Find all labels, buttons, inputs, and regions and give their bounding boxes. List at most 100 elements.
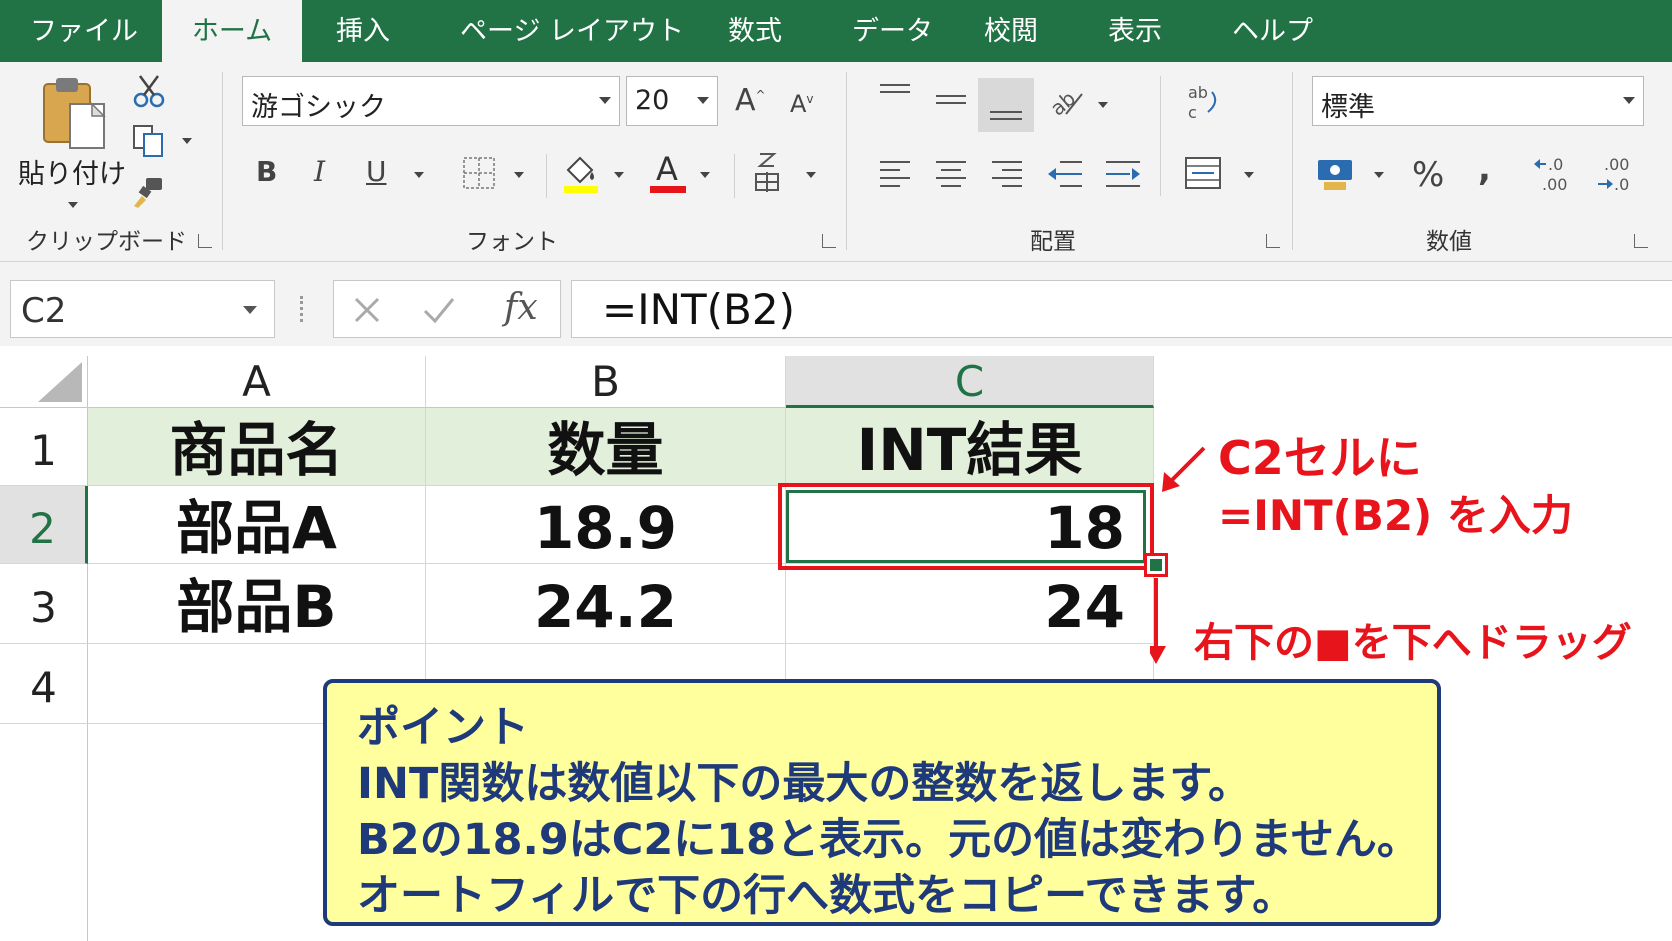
tab-insert[interactable]: 挿入 [336,0,390,62]
paste-button[interactable] [40,74,110,154]
row-header-filler [0,724,88,941]
chevron-down-icon[interactable] [243,306,257,314]
wrap-text-icon[interactable]: abc [1184,82,1224,122]
font-name-select[interactable]: 游ゴシック [242,76,620,126]
cell-c3[interactable]: 24 [786,564,1154,644]
fill-color-icon[interactable] [560,152,600,194]
align-middle-icon[interactable] [934,90,968,114]
formula-bar-splitter[interactable] [300,296,304,322]
comma-style-button[interactable]: , [1478,152,1491,186]
increase-indent-icon[interactable] [1104,158,1142,192]
tab-review[interactable]: 校閲 [984,0,1038,62]
drag-instruction-note: 右下の■を下へドラッグ [1194,620,1632,666]
border-dropdown-icon[interactable] [514,172,524,178]
align-top-icon[interactable] [878,82,912,106]
tab-help[interactable]: ヘルプ [1232,0,1313,62]
svg-text:.0: .0 [1548,155,1563,174]
italic-button[interactable]: I [314,158,325,186]
group-divider [846,72,847,250]
tab-home[interactable]: ホーム [162,0,302,64]
currency-dropdown-icon[interactable] [1374,172,1384,178]
cell-a1[interactable]: 商品名 [88,408,426,486]
cell-b2[interactable]: 18.9 [426,486,786,564]
number-format-select[interactable]: 標準 [1312,76,1644,126]
cell-a2[interactable]: 部品A [88,486,426,564]
number-group-label: 数値 [1426,229,1472,255]
point-title: ポイント [357,703,529,753]
point-line: INT関数は数値以下の最大の整数を返します。 [357,759,1252,809]
format-painter-icon[interactable] [132,176,166,210]
tab-page-layout[interactable]: ページ レイアウト [460,0,684,62]
copy-icon[interactable] [132,124,166,158]
tab-view[interactable]: 表示 [1108,0,1162,62]
phonetic-guide-icon[interactable] [750,150,784,194]
font-launcher-icon[interactable] [822,234,836,248]
font-name-value: 游ゴシック [251,92,386,123]
paste-dropdown-icon[interactable] [68,202,78,208]
increase-decimal-icon[interactable]: .0.00 [1534,152,1580,196]
group-divider [222,72,223,250]
border-icon[interactable] [462,156,496,190]
tab-data[interactable]: データ [852,0,933,62]
row-header-1[interactable]: 1 [0,408,88,486]
alignment-group-label: 配置 [1030,229,1076,255]
grow-font-icon[interactable]: A^ [735,86,766,116]
instruction-note-line1: C2セルに [1218,431,1422,485]
percent-style-button[interactable]: % [1412,158,1444,192]
shrink-font-icon[interactable]: Av [790,92,814,116]
paste-label: 貼り付け [18,159,126,190]
cell-b1[interactable]: 数量 [426,408,786,486]
name-box[interactable]: C2 [10,280,275,338]
insert-function-icon[interactable]: fx [504,287,538,328]
copy-dropdown-icon[interactable] [182,138,192,144]
scissors-icon[interactable] [132,74,166,108]
font-color-button[interactable]: A [650,150,686,194]
currency-format-icon[interactable] [1316,154,1356,194]
cancel-icon[interactable] [352,295,382,325]
tab-formulas[interactable]: 数式 [728,0,782,62]
align-right-icon[interactable] [990,158,1024,192]
fill-color-dropdown-icon[interactable] [614,172,624,178]
orientation-dropdown-icon[interactable] [1098,102,1108,108]
svg-text:c: c [1188,103,1197,122]
row-header-3[interactable]: 3 [0,564,88,644]
column-header-b[interactable]: B [426,356,786,408]
formula-buttons: fx [333,280,561,338]
number-format-value: 標準 [1321,92,1375,123]
group-divider [546,154,547,198]
merge-dropdown-icon[interactable] [1244,172,1254,178]
merge-center-icon[interactable] [1184,154,1224,194]
column-header-a[interactable]: A [88,356,426,408]
enter-check-icon[interactable] [422,295,456,325]
align-left-icon[interactable] [878,158,912,192]
formula-input[interactable]: =INT(B2) [571,280,1672,338]
tab-file[interactable]: ファイル [30,0,138,62]
bold-button[interactable]: B [256,158,277,186]
underline-dropdown-icon[interactable] [414,172,424,178]
ribbon-tab-bar: ファイル ホーム 挿入 ページ レイアウト 数式 データ 校閲 表示 ヘルプ [0,0,1672,64]
alignment-launcher-icon[interactable] [1266,234,1280,248]
align-center-icon[interactable] [934,158,968,192]
formula-text: =INT(B2) [602,285,795,334]
decrease-indent-icon[interactable] [1046,158,1084,192]
orientation-icon[interactable]: ab [1046,80,1086,120]
underline-button[interactable]: U [366,158,387,186]
cell-c1[interactable]: INT結果 [786,408,1154,486]
point-line: B2の18.9はC2に18と表示。元の値は変わりません。 [357,815,1420,865]
font-size-select[interactable]: 20 [626,76,718,126]
number-launcher-icon[interactable] [1634,234,1648,248]
cell-a3[interactable]: 部品B [88,564,426,644]
point-callout: ポイント INT関数は数値以下の最大の整数を返します。 B2の18.9はC2に1… [323,679,1441,926]
decrease-decimal-icon[interactable]: .00.0 [1596,152,1642,196]
phonetic-dropdown-icon[interactable] [806,172,816,178]
svg-text:.0: .0 [1614,175,1629,194]
font-size-value: 20 [635,85,670,116]
font-color-dropdown-icon[interactable] [700,172,710,178]
align-bottom-button[interactable] [978,78,1034,132]
column-header-c[interactable]: C [786,356,1154,408]
row-header-2[interactable]: 2 [0,486,88,564]
cell-b3[interactable]: 24.2 [426,564,786,644]
row-header-4[interactable]: 4 [0,644,88,724]
clipboard-launcher-icon[interactable] [198,234,212,248]
arrow-to-c2 [1166,446,1206,486]
